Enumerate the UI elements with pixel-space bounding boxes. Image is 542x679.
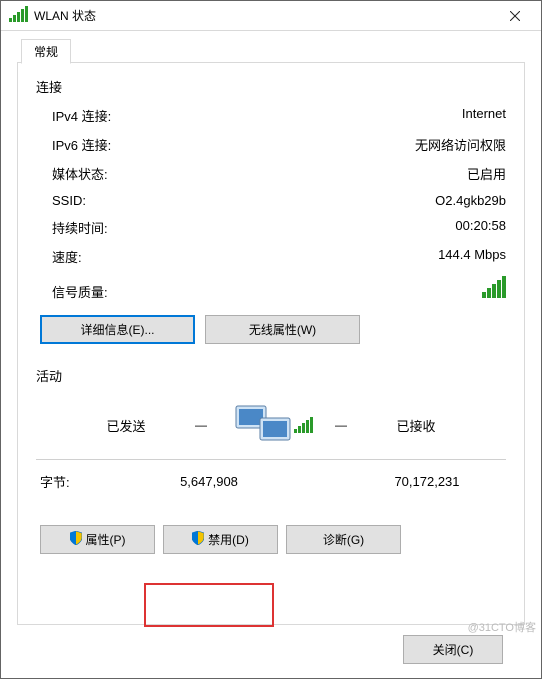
dialog-footer: 关闭(C) <box>17 625 525 678</box>
label-ipv4: IPv4 连接: <box>52 106 192 125</box>
sent-label: 已发送 <box>66 416 186 435</box>
activity-header: 已发送 — — 已接收 <box>36 395 506 455</box>
disable-button[interactable]: 禁用(D) <box>163 525 278 554</box>
bottom-buttons: 属性(P) 禁用(D) 诊断(G) <box>40 525 506 554</box>
wlan-status-window: WLAN 状态 常规 连接 IPv4 连接: Internet IPv6 连接:… <box>0 0 542 679</box>
bytes-sent: 5,647,908 <box>130 474 288 489</box>
signal-bars-icon <box>482 276 506 301</box>
properties-label: 属性(P) <box>86 531 126 548</box>
value-speed: 144.4 Mbps <box>192 247 506 266</box>
shield-icon <box>70 531 82 548</box>
value-ssid: O2.4gkb29b <box>192 193 506 208</box>
tab-panel-general: 连接 IPv4 连接: Internet IPv6 连接: 无网络访问权限 媒体… <box>17 62 525 625</box>
activity-heading: 活动 <box>36 366 506 385</box>
properties-button[interactable]: 属性(P) <box>40 525 155 554</box>
tab-general[interactable]: 常规 <box>21 39 71 64</box>
window-close-button[interactable] <box>495 2 535 30</box>
value-ipv6: 无网络访问权限 <box>192 135 506 154</box>
separator-dash: — <box>186 418 216 432</box>
shield-icon <box>192 531 204 548</box>
diagnose-button[interactable]: 诊断(G) <box>286 525 401 554</box>
row-ipv6: IPv6 连接: 无网络访问权限 <box>52 135 506 154</box>
annotation-highlight <box>144 583 274 627</box>
received-label: 已接收 <box>356 416 476 435</box>
bytes-received: 70,172,231 <box>348 474 506 489</box>
label-ipv6: IPv6 连接: <box>52 135 192 154</box>
label-signal: 信号质量: <box>52 282 108 301</box>
label-media: 媒体状态: <box>52 164 192 183</box>
wifi-icon <box>9 6 28 25</box>
bytes-label: 字节: <box>40 472 130 491</box>
titlebar: WLAN 状态 <box>1 1 541 31</box>
row-media: 媒体状态: 已启用 <box>52 164 506 183</box>
row-ssid: SSID: O2.4gkb29b <box>52 193 506 208</box>
label-speed: 速度: <box>52 247 192 266</box>
row-ipv4: IPv4 连接: Internet <box>52 106 506 125</box>
value-media: 已启用 <box>192 164 506 183</box>
diagnose-label: 诊断(G) <box>323 531 364 548</box>
disable-label: 禁用(D) <box>208 531 249 548</box>
wireless-properties-button[interactable]: 无线属性(W) <box>205 315 360 344</box>
label-ssid: SSID: <box>52 193 192 208</box>
activity-icon <box>216 400 326 450</box>
close-icon <box>510 11 520 21</box>
value-duration: 00:20:58 <box>192 218 506 237</box>
value-ipv4: Internet <box>192 106 506 125</box>
row-signal: 信号质量: <box>52 276 506 301</box>
row-duration: 持续时间: 00:20:58 <box>52 218 506 237</box>
tab-strip: 常规 <box>17 39 525 63</box>
separator-dash-2: — <box>326 418 356 432</box>
details-button[interactable]: 详细信息(E)... <box>40 315 195 344</box>
connection-heading: 连接 <box>36 77 506 96</box>
window-title: WLAN 状态 <box>34 7 96 24</box>
close-button[interactable]: 关闭(C) <box>403 635 503 664</box>
bytes-row: 字节: 5,647,908 70,172,231 <box>40 472 506 491</box>
row-speed: 速度: 144.4 Mbps <box>52 247 506 266</box>
label-duration: 持续时间: <box>52 218 192 237</box>
